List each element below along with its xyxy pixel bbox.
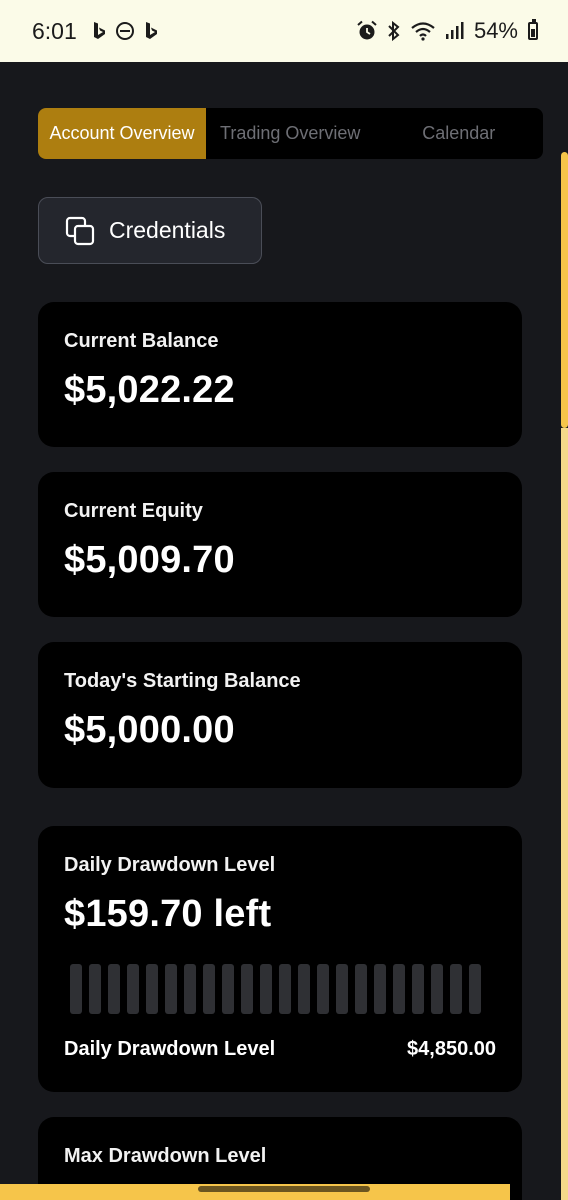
starting-balance-card: Today's Starting Balance $5,000.00 [38, 642, 522, 788]
drawdown-segment [450, 964, 462, 1014]
battery-icon [528, 19, 538, 40]
max-drawdown-label: Max Drawdown Level [64, 1145, 267, 1167]
daily-drawdown-footer-label: Daily Drawdown Level [64, 1038, 276, 1060]
drawdown-segment [127, 964, 139, 1014]
current-equity-card: Current Equity $5,009.70 [38, 472, 522, 617]
drawdown-segment [279, 964, 291, 1014]
scrollbar-thumb[interactable] [561, 152, 568, 428]
tab-calendar[interactable]: Calendar [375, 108, 544, 159]
bing-icon [91, 21, 107, 41]
scrollbar-track [561, 428, 568, 1200]
status-bar: 6:01 54% [0, 0, 568, 62]
drawdown-segment [222, 964, 234, 1014]
tab-bar: Account Overview Trading Overview Calend… [38, 108, 543, 159]
tab-account-overview[interactable]: Account Overview [38, 108, 206, 159]
current-equity-value: $5,009.70 [64, 539, 235, 581]
drawdown-segment [108, 964, 120, 1014]
status-left: 6:01 [32, 18, 159, 45]
drawdown-segment [374, 964, 386, 1014]
drawdown-progress-bar [64, 964, 496, 1014]
home-gesture-handle[interactable] [198, 1186, 370, 1192]
daily-drawdown-footer: Daily Drawdown Level $4,850.00 [64, 1038, 496, 1061]
drawdown-segment [317, 964, 329, 1014]
drawdown-segment [336, 964, 348, 1014]
credentials-label: Credentials [109, 217, 226, 243]
drawdown-segment [203, 964, 215, 1014]
starting-balance-value: $5,000.00 [64, 709, 235, 751]
drawdown-segment [469, 964, 481, 1014]
copy-icon [65, 216, 95, 246]
drawdown-segment [393, 964, 405, 1014]
drawdown-segment [146, 964, 158, 1014]
starting-balance-label: Today's Starting Balance [64, 670, 301, 692]
alarm-icon [356, 20, 378, 42]
drawdown-segment [89, 964, 101, 1014]
tab-trading-overview[interactable]: Trading Overview [206, 108, 375, 159]
drawdown-segment [165, 964, 177, 1014]
drawdown-segment [241, 964, 253, 1014]
drawdown-segment [298, 964, 310, 1014]
current-balance-label: Current Balance [64, 330, 219, 352]
credentials-button[interactable]: Credentials [38, 197, 262, 264]
status-time: 6:01 [32, 17, 77, 44]
status-right: 54% [356, 18, 538, 44]
bluetooth-icon [386, 20, 402, 42]
battery-percent: 54% [473, 18, 518, 43]
drawdown-segment [355, 964, 367, 1014]
drawdown-segment [70, 964, 82, 1014]
current-balance-card: Current Balance $5,022.22 [38, 302, 522, 447]
signal-icon [444, 21, 464, 41]
drawdown-segment [412, 964, 424, 1014]
daily-drawdown-label: Daily Drawdown Level [64, 854, 276, 876]
drawdown-segment [431, 964, 443, 1014]
current-equity-label: Current Equity [64, 500, 203, 522]
daily-drawdown-card: Daily Drawdown Level $159.70 left Daily … [38, 826, 522, 1092]
drawdown-segment [184, 964, 196, 1014]
wifi-icon [410, 20, 436, 42]
drawdown-segment [260, 964, 272, 1014]
daily-drawdown-footer-value: $4,850.00 [407, 1038, 496, 1060]
bing-icon [143, 21, 159, 41]
daily-drawdown-value: $159.70 left [64, 893, 272, 935]
do-not-disturb-icon [115, 21, 135, 41]
current-balance-value: $5,022.22 [64, 369, 235, 411]
